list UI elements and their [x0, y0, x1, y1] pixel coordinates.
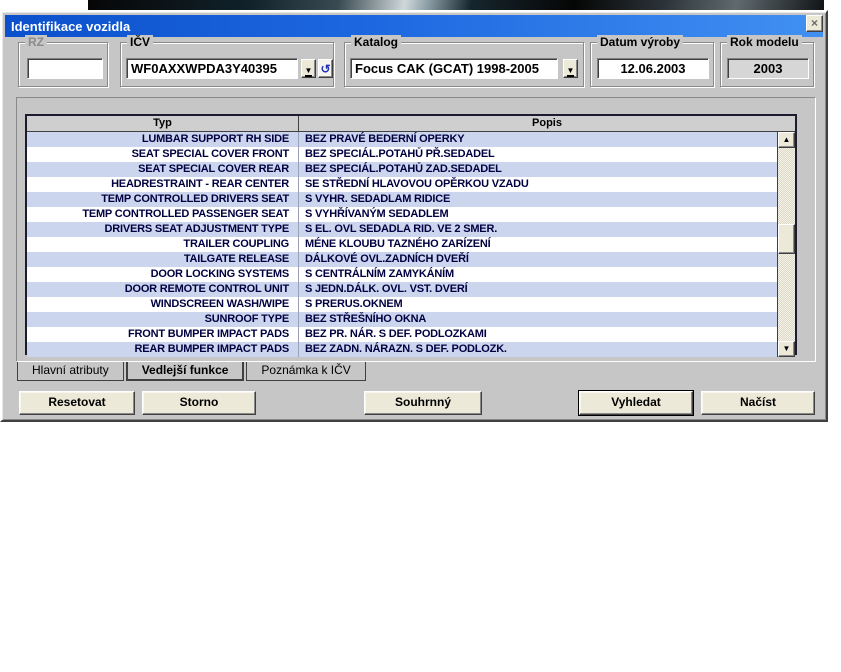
datum-vyroby-label: Datum výroby: [597, 35, 683, 49]
popis-cell: MÉNE KLOUBU TAZNÉHO ZARÍZENÍ: [299, 237, 795, 252]
icv-input[interactable]: WF0AXXWPDA3Y40395: [126, 58, 298, 79]
dropdown-arrow-icon: ▼: [567, 66, 575, 77]
popis-cell: BEZ SPECIÁL.POTAHŮ ZAD.SEDADEL: [299, 162, 795, 177]
table-row[interactable]: DRIVERS SEAT ADJUSTMENT TYPES EL. OVL SE…: [27, 222, 795, 237]
datum-vyroby-input[interactable]: 12.06.2003: [597, 58, 709, 79]
scroll-up-button[interactable]: ▲: [778, 132, 795, 148]
tab-hlavni-atributy[interactable]: Hlavní atributy: [17, 362, 124, 381]
popis-cell: DÁLKOVÉ OVL.ZADNÍCH DVEŘÍ: [299, 252, 795, 267]
katalog-label: Katalog: [351, 35, 401, 49]
column-header-typ[interactable]: Typ: [27, 116, 299, 131]
dropdown-arrow-icon: ▼: [305, 66, 313, 77]
popis-cell: BEZ PRAVÉ BEDERNÍ OPERKY: [299, 132, 795, 147]
popis-cell: BEZ SPECIÁL.POTAHŮ PŘ.SEDADEL: [299, 147, 795, 162]
katalog-input[interactable]: Focus CAK (GCAT) 1998-2005: [350, 58, 558, 79]
typ-cell: TEMP CONTROLLED PASSENGER SEAT: [27, 207, 299, 222]
table-row[interactable]: TEMP CONTROLLED PASSENGER SEATS VYHŘÍVAN…: [27, 207, 795, 222]
rok-modelu-value: 2003: [727, 58, 809, 79]
table-row[interactable]: WINDSCREEN WASH/WIPES PRERUS.OKNEM: [27, 297, 795, 312]
rz-label: RZ: [25, 35, 47, 49]
popis-cell: BEZ ZADN. NÁRAZN. S DEF. PODLOZK.: [299, 342, 795, 357]
table-row[interactable]: TEMP CONTROLLED DRIVERS SEATS VYHR. SEDA…: [27, 192, 795, 207]
rok-modelu-group: Rok modelu 2003: [720, 42, 814, 87]
typ-cell: TAILGATE RELEASE: [27, 252, 299, 267]
popis-cell: S JEDN.DÁLK. OVL. VST. DVERÍ: [299, 282, 795, 297]
icv-label: IČV: [127, 35, 153, 49]
typ-cell: FRONT BUMPER IMPACT PADS: [27, 327, 299, 342]
typ-cell: SUNROOF TYPE: [27, 312, 299, 327]
vyhledat-button[interactable]: Vyhledat: [579, 391, 693, 415]
titlebar[interactable]: Identifikace vozidla: [5, 15, 823, 37]
popis-cell: BEZ PR. NÁR. S DEF. PODLOZKAMI: [299, 327, 795, 342]
rok-modelu-label: Rok modelu: [727, 35, 802, 49]
scroll-down-button[interactable]: ▼: [778, 341, 795, 357]
souhrnny-button[interactable]: Souhrnný: [364, 391, 482, 415]
table-row[interactable]: SEAT SPECIAL COVER FRONTBEZ SPECIÁL.POTA…: [27, 147, 795, 162]
table-header: Typ Popis: [27, 116, 795, 132]
rz-group: RZ: [18, 42, 108, 87]
rz-input[interactable]: [27, 58, 103, 79]
popis-cell: S CENTRÁLNÍM ZAMYKÁNÍM: [299, 267, 795, 282]
scroll-down-icon: ▼: [783, 344, 791, 353]
table-row[interactable]: FRONT BUMPER IMPACT PADSBEZ PR. NÁR. S D…: [27, 327, 795, 342]
katalog-group: Katalog Focus CAK (GCAT) 1998-2005 ▼: [344, 42, 584, 87]
popis-cell: BEZ STŘEŠNÍHO OKNA: [299, 312, 795, 327]
popis-cell: S VYHŘÍVANÝM SEDADLEM: [299, 207, 795, 222]
identifikace-vozidla-dialog: Identifikace vozidla × RZ IČV WF0AXXWPDA…: [0, 10, 828, 422]
resetovat-button[interactable]: Resetovat: [19, 391, 135, 415]
table-row[interactable]: TRAILER COUPLINGMÉNE KLOUBU TAZNÉHO ZARÍ…: [27, 237, 795, 252]
popis-cell: S VYHR. SEDADLAM RIDICE: [299, 192, 795, 207]
table-row[interactable]: TAILGATE RELEASEDÁLKOVÉ OVL.ZADNÍCH DVEŘ…: [27, 252, 795, 267]
table-row[interactable]: SUNROOF TYPEBEZ STŘEŠNÍHO OKNA: [27, 312, 795, 327]
typ-cell: WINDSCREEN WASH/WIPE: [27, 297, 299, 312]
typ-cell: TEMP CONTROLLED DRIVERS SEAT: [27, 192, 299, 207]
attributes-table: Typ Popis LUMBAR SUPPORT RH SIDEBEZ PRAV…: [25, 114, 797, 355]
icv-group: IČV WF0AXXWPDA3Y40395 ▼ ↺: [120, 42, 334, 87]
table-row[interactable]: DOOR LOCKING SYSTEMSS CENTRÁLNÍM ZAMYKÁN…: [27, 267, 795, 282]
typ-cell: DOOR REMOTE CONTROL UNIT: [27, 282, 299, 297]
tab-strip: Hlavní atributyVedlejší funkcePoznámka k…: [17, 362, 366, 381]
tab-poznamka-k-icv[interactable]: Poznámka k IČV: [246, 362, 365, 381]
scrollbar-thumb[interactable]: [778, 224, 795, 254]
nacist-button[interactable]: Načíst: [701, 391, 815, 415]
popis-cell: SE STŘEDNÍ HLAVOVOU OPĚRKOU VZADU: [299, 177, 795, 192]
typ-cell: SEAT SPECIAL COVER FRONT: [27, 147, 299, 162]
table-row[interactable]: DOOR REMOTE CONTROL UNITS JEDN.DÁLK. OVL…: [27, 282, 795, 297]
popis-cell: S PRERUS.OKNEM: [299, 297, 795, 312]
tab-vedlejsi-funkce[interactable]: Vedlejší funkce: [126, 362, 245, 381]
datum-vyroby-group: Datum výroby 12.06.2003: [590, 42, 714, 87]
typ-cell: SEAT SPECIAL COVER REAR: [27, 162, 299, 177]
history-refresh-icon: ↺: [320, 61, 330, 78]
close-button[interactable]: ×: [806, 15, 823, 32]
icv-history-button[interactable]: ↺: [318, 59, 333, 78]
scroll-up-icon: ▲: [783, 135, 791, 144]
popis-cell: S EL. OVL SEDADLA RID. VE 2 SMER.: [299, 222, 795, 237]
typ-cell: LUMBAR SUPPORT RH SIDE: [27, 132, 299, 147]
table-row[interactable]: HEADRESTRAINT - REAR CENTERSE STŘEDNÍ HL…: [27, 177, 795, 192]
typ-cell: DOOR LOCKING SYSTEMS: [27, 267, 299, 282]
window-title: Identifikace vozidla: [11, 19, 130, 34]
close-icon: ×: [811, 16, 818, 30]
column-header-popis[interactable]: Popis: [299, 116, 795, 131]
storno-button[interactable]: Storno: [142, 391, 256, 415]
typ-cell: HEADRESTRAINT - REAR CENTER: [27, 177, 299, 192]
typ-cell: TRAILER COUPLING: [27, 237, 299, 252]
typ-cell: DRIVERS SEAT ADJUSTMENT TYPE: [27, 222, 299, 237]
katalog-dropdown-button[interactable]: ▼: [563, 59, 578, 78]
table-row[interactable]: REAR BUMPER IMPACT PADSBEZ ZADN. NÁRAZN.…: [27, 342, 795, 357]
table-row[interactable]: SEAT SPECIAL COVER REARBEZ SPECIÁL.POTAH…: [27, 162, 795, 177]
table-row[interactable]: LUMBAR SUPPORT RH SIDEBEZ PRAVÉ BEDERNÍ …: [27, 132, 795, 147]
typ-cell: REAR BUMPER IMPACT PADS: [27, 342, 299, 357]
vertical-scrollbar[interactable]: ▲ ▼: [777, 132, 795, 357]
table-body: LUMBAR SUPPORT RH SIDEBEZ PRAVÉ BEDERNÍ …: [27, 132, 795, 357]
icv-dropdown-button[interactable]: ▼: [301, 59, 316, 78]
